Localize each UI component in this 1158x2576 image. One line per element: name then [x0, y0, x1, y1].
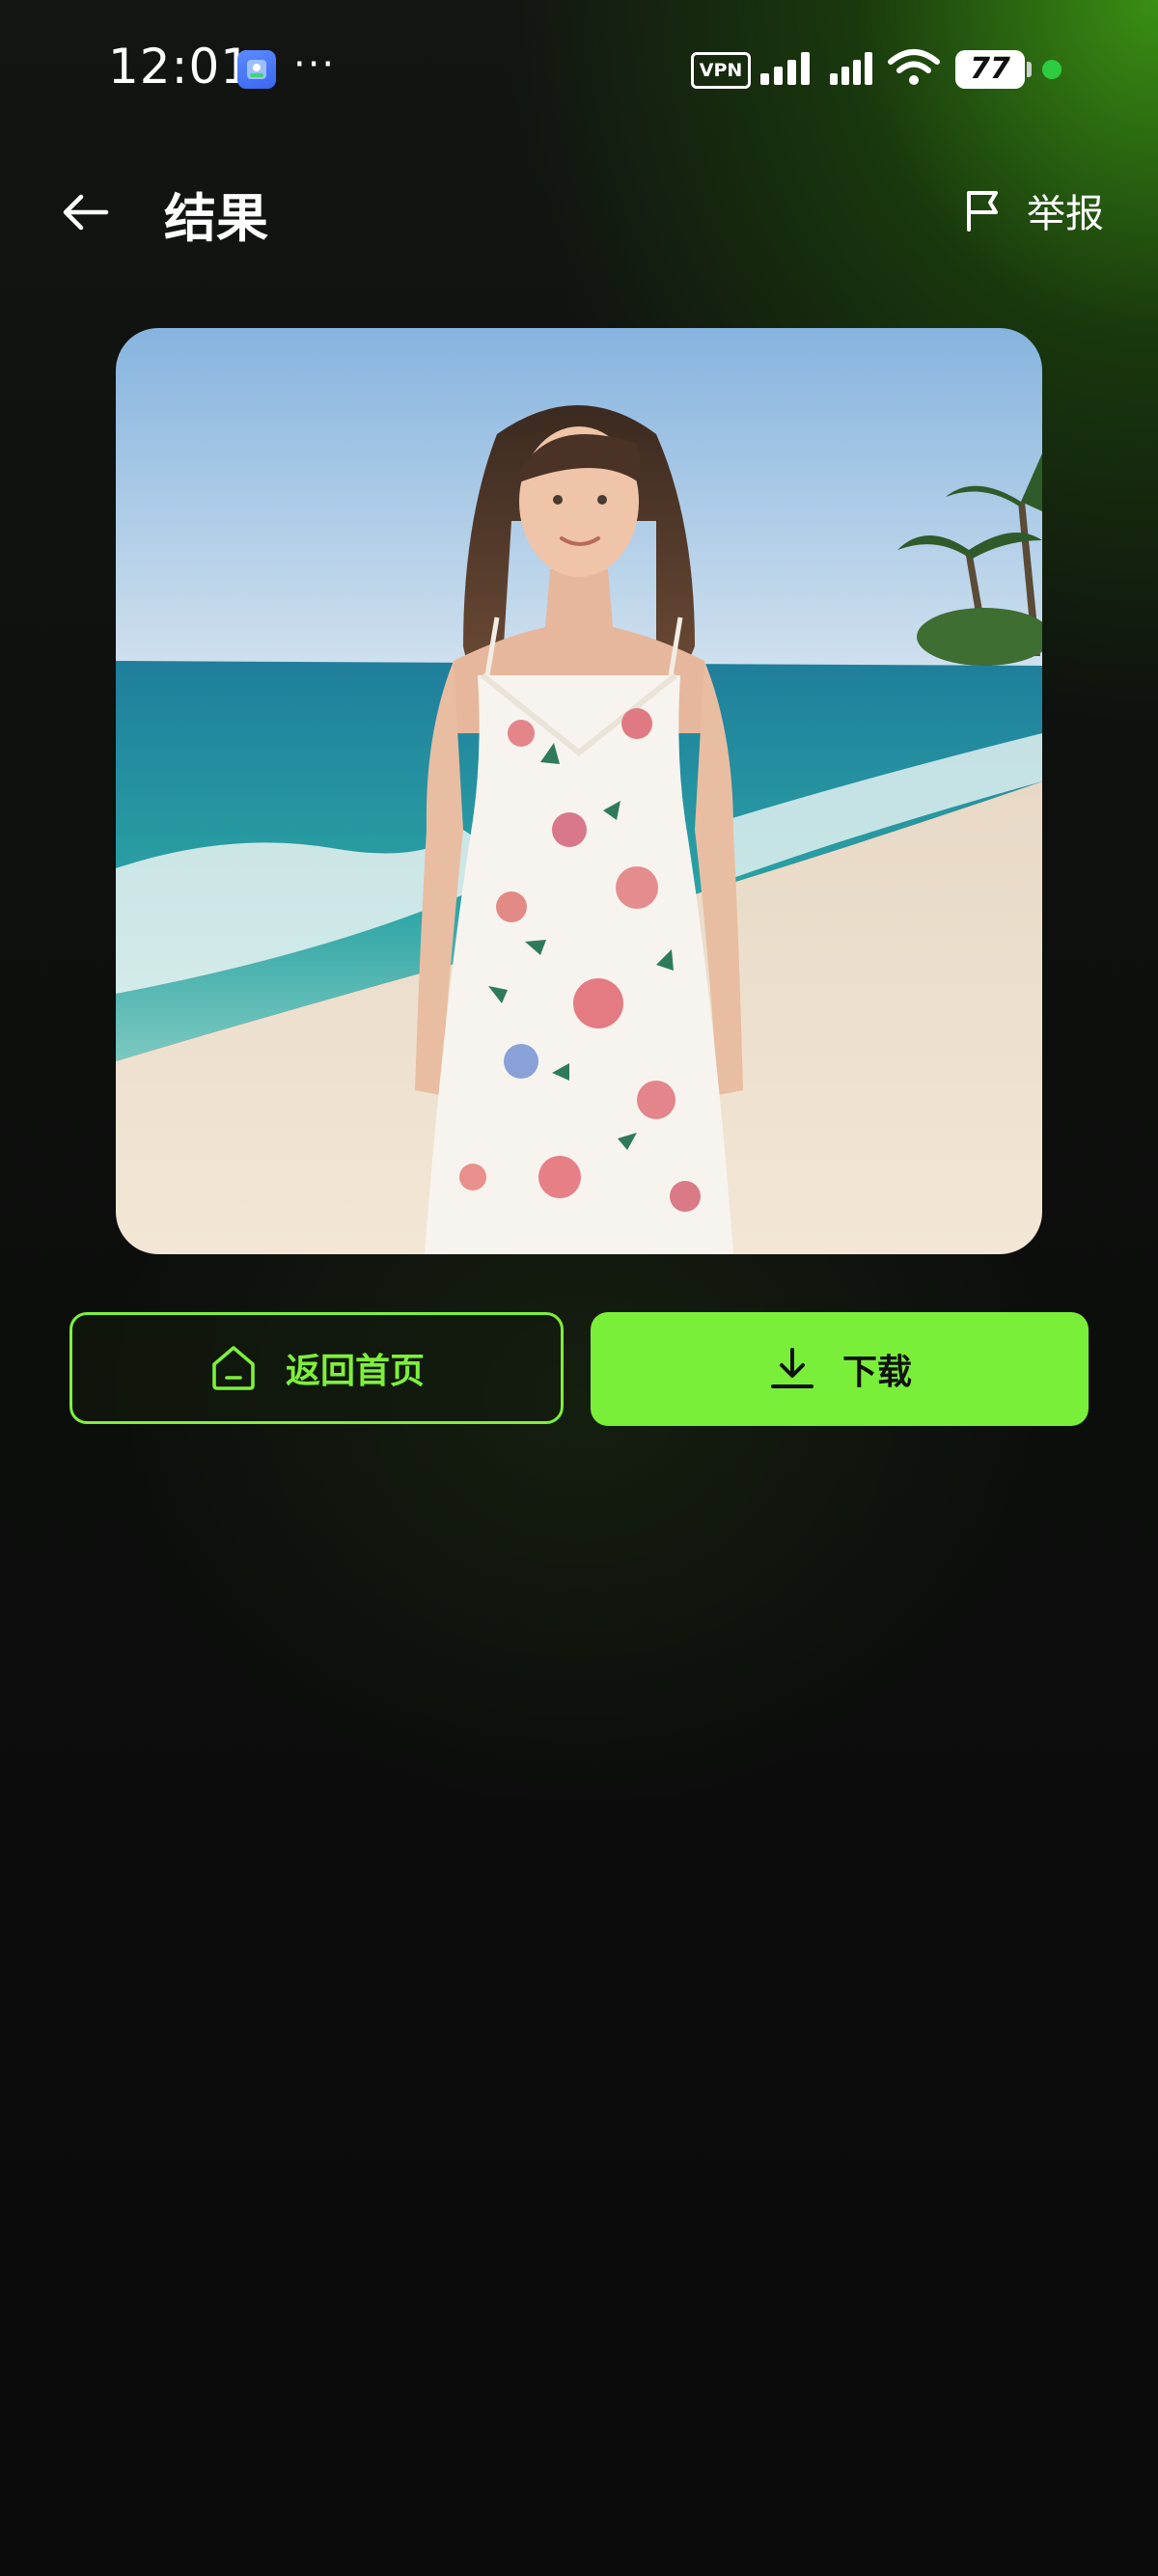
more-notifications-indicator: ··· [293, 42, 337, 87]
vpn-badge: VPN [691, 52, 751, 89]
download-label: 下载 [841, 1353, 912, 1392]
report-button[interactable]: 举报 [961, 181, 1104, 239]
battery-tip [1027, 62, 1032, 77]
app-bar: 结果 举报 [0, 164, 1158, 251]
home-label: 返回首页 [285, 1352, 425, 1391]
charging-dot [1042, 60, 1062, 79]
page-title: 结果 [164, 188, 268, 249]
result-screen: 12:01 ··· VPN 77 结果 举报 返回首页 下载 [0, 0, 1158, 2576]
signal-icon-secondary [830, 48, 876, 91]
battery-level: 77 [970, 52, 1010, 86]
status-time: 12:01 [108, 39, 253, 95]
report-label: 举报 [1027, 192, 1104, 236]
download-button[interactable]: 下载 [591, 1312, 1089, 1426]
result-photo [116, 328, 1042, 1254]
home-icon [212, 1346, 255, 1390]
app-notification-icon [237, 50, 276, 89]
back-button[interactable] [56, 181, 118, 243]
status-bar: 12:01 ··· VPN 77 [0, 0, 1158, 145]
home-button[interactable]: 返回首页 [69, 1312, 564, 1424]
battery-icon: 77 [955, 50, 1025, 89]
arrow-left-icon [63, 194, 109, 231]
signal-icon [758, 48, 824, 91]
result-image[interactable] [116, 328, 1042, 1254]
wifi-icon [888, 48, 940, 91]
download-icon [770, 1348, 813, 1388]
flag-icon [967, 191, 998, 232]
